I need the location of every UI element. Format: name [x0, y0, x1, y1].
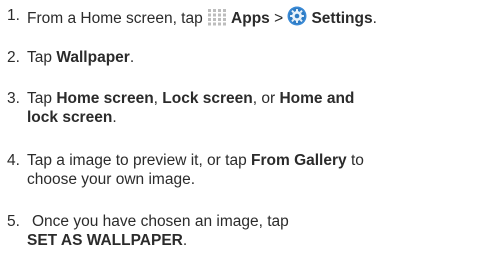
step-line: lock screen. — [27, 108, 492, 127]
from-gallery-label: From Gallery — [251, 152, 347, 169]
home-and-lock-label-cont: lock screen — [27, 109, 113, 126]
step-line: Tap a image to preview it, or tap From G… — [27, 151, 492, 170]
step-line: SET AS WALLPAPER. — [27, 231, 497, 250]
step-text-part: . — [182, 232, 188, 249]
step-text: Once you have chosen an image, tap SET A… — [27, 212, 497, 250]
settings-label: Settings — [311, 10, 373, 27]
step-number: 1. — [7, 7, 20, 24]
step-text: Tap Wallpaper. — [27, 48, 492, 67]
instruction-steps: 1. From a Home screen, tap Apps > Settin… — [0, 0, 497, 262]
step-text-part: , or — [252, 90, 280, 107]
step-line: Tap Home screen, Lock screen, or Home an… — [27, 89, 492, 108]
settings-gear-icon — [287, 6, 307, 31]
step-number: 2. — [7, 49, 20, 66]
step-text-part: . — [112, 109, 117, 126]
step-text-part: Tap a image to preview it, or tap — [27, 152, 252, 169]
step-number: 3. — [7, 90, 20, 107]
step-text: Tap Home screen, Lock screen, or Home an… — [27, 89, 492, 127]
step-line: choose your own image. — [27, 171, 196, 188]
step-text-part: From a Home screen, tap — [27, 10, 208, 27]
step-number: 5. — [7, 213, 20, 230]
step-text-part: Tap — [27, 90, 57, 107]
step-text-part: . — [129, 49, 135, 66]
step-line: Once you have chosen an image, tap — [32, 213, 289, 230]
apps-grid-icon — [207, 8, 227, 31]
wallpaper-label: Wallpaper — [56, 49, 130, 66]
home-screen-label: Home screen — [56, 90, 154, 107]
step-text-part: . — [372, 10, 377, 27]
step-text-part: > — [269, 10, 288, 27]
step-text-part: to — [346, 152, 364, 169]
step-number: 4. — [7, 152, 20, 169]
set-as-wallpaper-label: SET AS WALLPAPER — [27, 232, 183, 249]
apps-label: Apps — [231, 10, 270, 27]
step-text-part: , — [153, 90, 163, 107]
home-and-lock-label: Home and — [279, 90, 355, 107]
lock-screen-label: Lock screen — [162, 90, 253, 107]
step-text-part: Tap — [27, 49, 57, 66]
step-text: Tap a image to preview it, or tap From G… — [27, 151, 492, 189]
step-text: From a Home screen, tap Apps > Settings. — [27, 6, 492, 31]
